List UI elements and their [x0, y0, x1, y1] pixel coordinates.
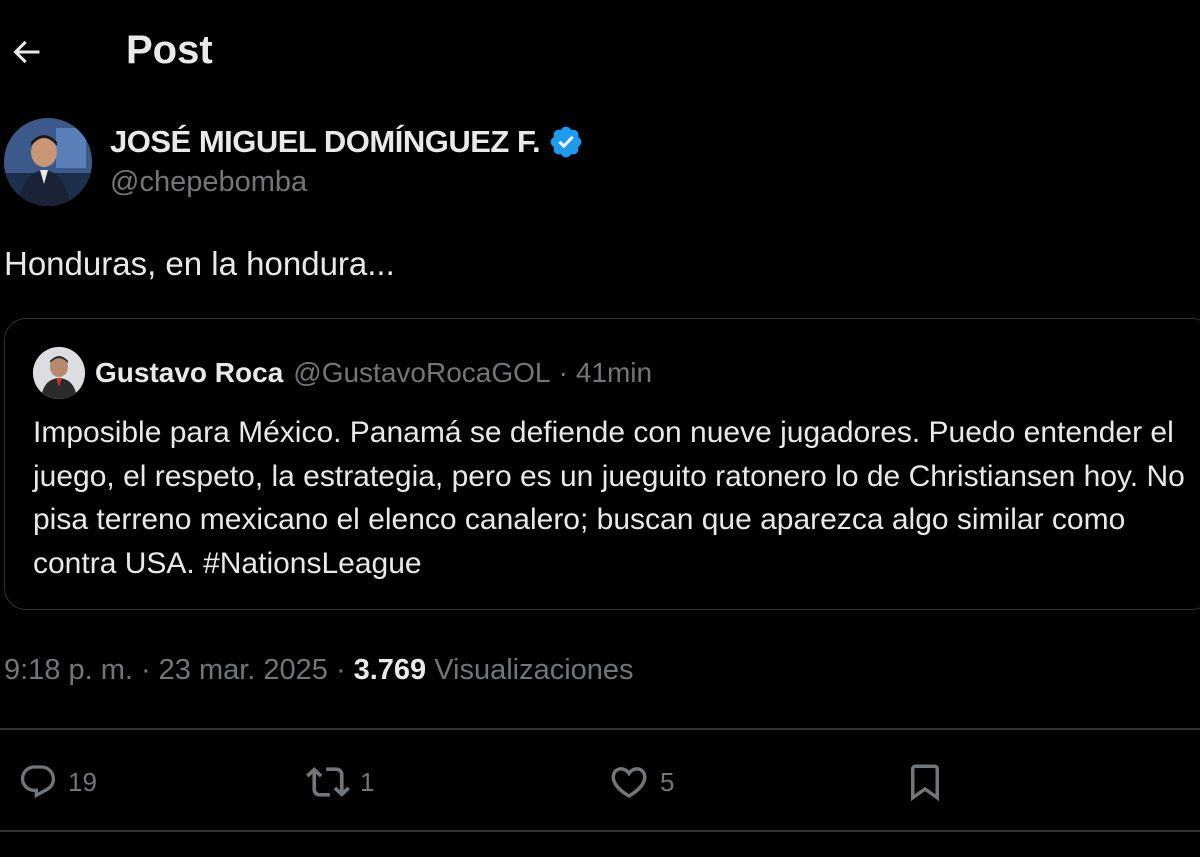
post-time[interactable]: 9:18 p. m.	[4, 654, 133, 687]
author-handle[interactable]: @chepebomba	[110, 166, 307, 199]
author-name-row: JOSÉ MIGUEL DOMÍNGUEZ F.	[110, 120, 584, 164]
quoted-timestamp: 41min	[575, 357, 653, 388]
repost-button[interactable]: 1	[306, 759, 374, 805]
quoted-author-name: Gustavo Roca	[95, 357, 284, 388]
heart-icon	[611, 767, 647, 799]
quoted-separator: ·	[558, 357, 568, 388]
quoted-author-handle: @GustavoRocaGOL	[293, 357, 551, 388]
repost-count: 1	[360, 766, 375, 797]
views-count: 3.769	[353, 653, 427, 686]
meta-separator: ·	[140, 653, 151, 686]
divider-bottom	[0, 830, 1200, 832]
top-bar: Post	[0, 0, 1200, 100]
reply-count: 19	[68, 766, 97, 797]
quoted-post-text: Imposible para México. Panamá se defiend…	[33, 416, 1185, 580]
divider-top	[0, 728, 1200, 730]
like-count: 5	[660, 766, 675, 797]
author-avatar[interactable]	[4, 118, 92, 206]
back-arrow-icon	[13, 40, 40, 64]
quoted-post-header: Gustavo Roca @GustavoRocaGOL · 41min	[33, 347, 652, 399]
post-author: JOSÉ MIGUEL DOMÍNGUEZ F. @chepebomba	[4, 118, 1194, 208]
verified-badge-icon[interactable]	[548, 124, 584, 160]
post-meta: 9:18 p. m. · 23 mar. 2025 · 3.769 Visual…	[4, 648, 634, 692]
post-date[interactable]: 23 mar. 2025	[159, 654, 328, 687]
quoted-post[interactable]: Gustavo Roca @GustavoRocaGOL · 41min Imp…	[4, 318, 1200, 610]
meta-separator-2: ·	[335, 653, 346, 686]
post-text: Honduras, en la hondura...	[4, 245, 395, 282]
action-bar: 19 1 5	[0, 735, 1200, 830]
views-label: Visualizaciones	[434, 653, 634, 686]
like-button[interactable]: 5	[608, 759, 674, 805]
repost-icon	[306, 767, 350, 797]
bookmark-icon	[911, 764, 939, 802]
bookmark-button[interactable]	[904, 759, 946, 805]
quoted-author-avatar	[33, 347, 85, 399]
back-button[interactable]	[6, 32, 46, 72]
page-title: Post	[126, 28, 213, 72]
reply-button[interactable]: 19	[18, 759, 97, 805]
author-name[interactable]: JOSÉ MIGUEL DOMÍNGUEZ F.	[110, 124, 541, 160]
reply-icon	[20, 765, 56, 799]
